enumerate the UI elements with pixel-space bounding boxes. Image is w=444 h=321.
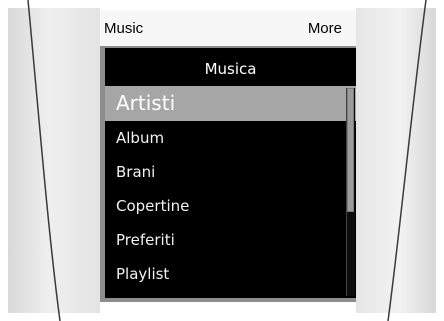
bezel-curve-right xyxy=(387,0,427,321)
menu-item-album[interactable]: Album xyxy=(105,121,356,155)
bottom-softkey-bar xyxy=(100,302,356,321)
music-menu-list: Artisti Album Brani Copertine Preferiti … xyxy=(105,86,356,291)
music-screen-frame: Musica Artisti Album Brani Copertine Pre… xyxy=(100,46,356,302)
top-softkey-bar: Music More xyxy=(100,10,356,46)
menu-item-artisti[interactable]: Artisti xyxy=(105,86,356,121)
menu-item-brani[interactable]: Brani xyxy=(105,155,356,189)
menu-item-playlist[interactable]: Playlist xyxy=(105,257,356,291)
softkey-more[interactable]: More xyxy=(308,20,342,37)
menu-item-copertine[interactable]: Copertine xyxy=(105,189,356,223)
bezel-curve-left xyxy=(27,0,61,321)
menu-item-preferiti[interactable]: Preferiti xyxy=(105,223,356,257)
scrollbar-thumb[interactable] xyxy=(347,88,354,212)
softkey-music[interactable]: Music xyxy=(104,20,143,37)
music-screen: Musica Artisti Album Brani Copertine Pre… xyxy=(105,48,356,298)
screen-title: Musica xyxy=(204,60,257,78)
scrollbar-track[interactable] xyxy=(346,88,355,296)
